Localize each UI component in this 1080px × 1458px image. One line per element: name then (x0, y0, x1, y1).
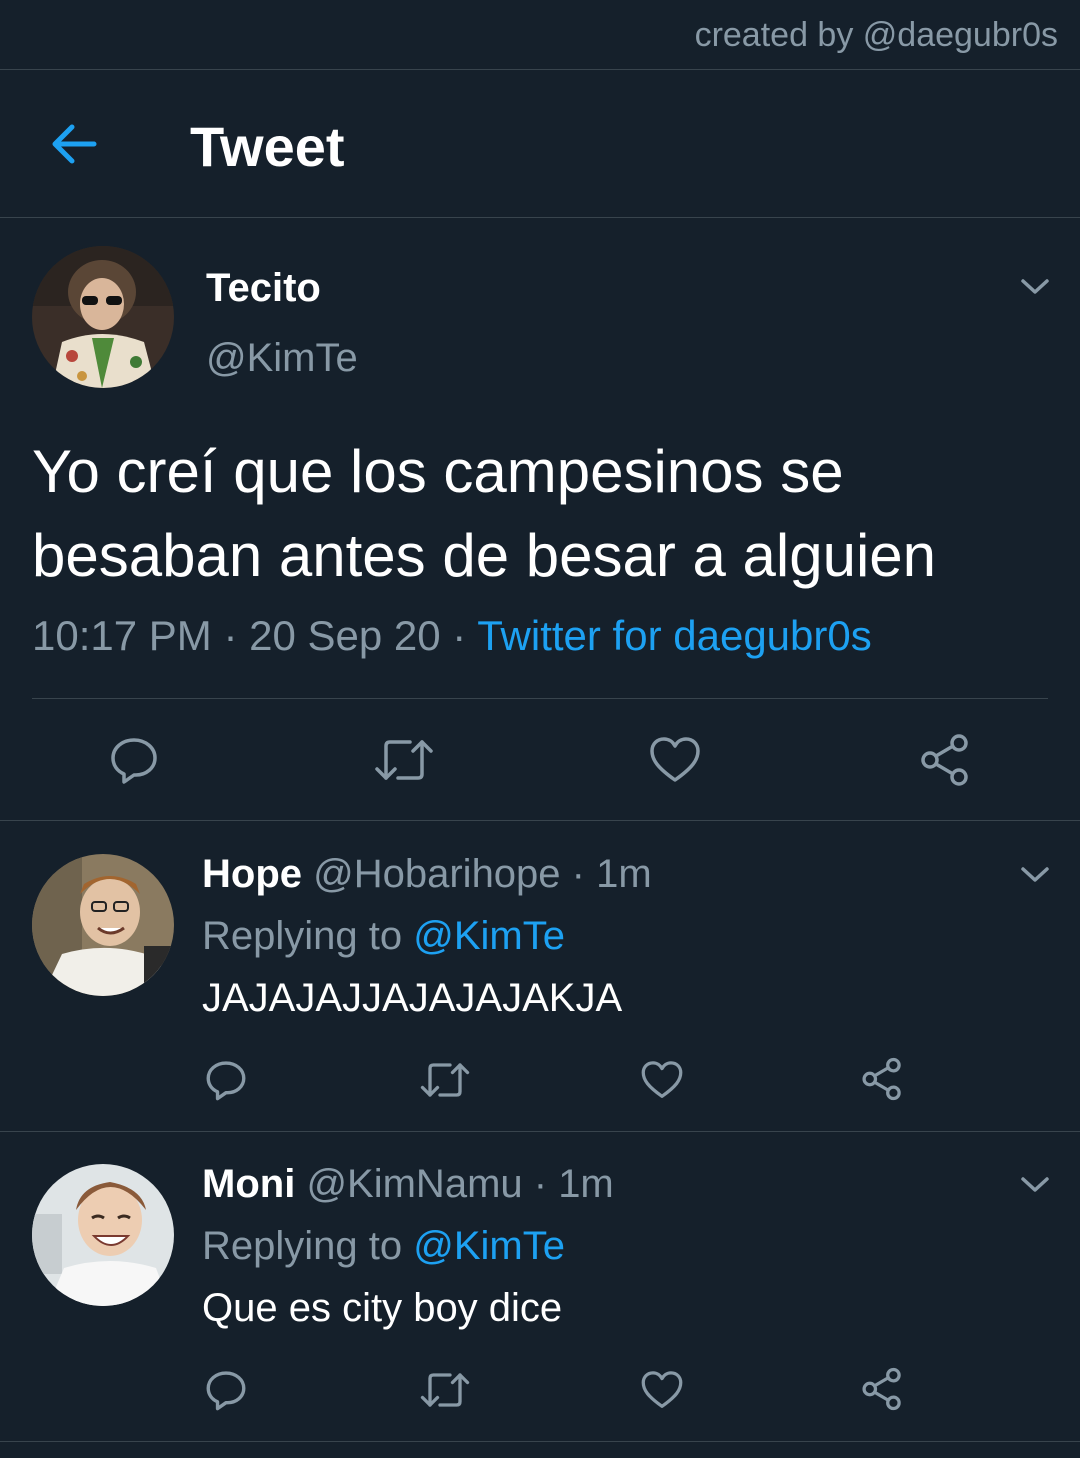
tweet-meta: 10:17 PM · 20 Sep 20 · Twitter for daegu… (32, 612, 872, 660)
retweet-icon[interactable] (420, 1368, 470, 1412)
replying-to-mention[interactable]: @KimTe (413, 1224, 565, 1268)
replying-to-prefix: Replying to (202, 914, 414, 958)
replying-to-mention[interactable]: @KimTe (413, 914, 565, 958)
replying-to-prefix: Replying to (202, 1224, 414, 1268)
replying-to: Replying to @KimTe (202, 914, 565, 959)
reply-tweet[interactable]: Hope @Hobarihope · 1m Replying to @KimTe… (0, 822, 1080, 1132)
reply-header: Hope @Hobarihope · 1m (202, 852, 652, 897)
replying-to: Replying to @KimTe (202, 1224, 565, 1269)
reply-author-handle[interactable]: @Hobarihope (313, 852, 560, 896)
page-title: Tweet (190, 115, 345, 178)
reply-header: Moni @KimNamu · 1m (202, 1162, 614, 1207)
like-icon[interactable] (640, 1058, 684, 1102)
avatar[interactable] (32, 1164, 174, 1306)
credit-text: created by @daegubr0s (694, 16, 1058, 54)
reply-tweet[interactable]: Moni @KimNamu · 1m Replying to @KimTe Qu… (0, 1132, 1080, 1442)
reply-icon[interactable] (204, 1368, 248, 1412)
avatar[interactable] (32, 246, 174, 388)
reply-author-name[interactable]: Moni (202, 1162, 295, 1206)
chevron-down-icon[interactable] (1018, 274, 1052, 298)
back-arrow-icon[interactable] (46, 116, 102, 172)
avatar[interactable] (32, 854, 174, 996)
like-icon[interactable] (640, 1368, 684, 1412)
like-icon[interactable] (648, 734, 702, 786)
reply-age: 1m (558, 1162, 614, 1206)
share-icon[interactable] (860, 1056, 904, 1102)
chevron-down-icon[interactable] (1018, 862, 1052, 886)
retweet-icon[interactable] (374, 734, 434, 786)
credit-bar: created by @daegubr0s (0, 0, 1080, 70)
retweet-icon[interactable] (420, 1058, 470, 1102)
tweet-actions (0, 700, 1080, 821)
meta-separator: · (560, 852, 597, 896)
meta-separator: · (211, 612, 250, 659)
author-name[interactable]: Tecito (206, 266, 321, 311)
reply-icon[interactable] (204, 1058, 248, 1102)
tweet-source-link[interactable]: Twitter for daegubr0s (477, 612, 872, 659)
reply-text: Que es city boy dice (202, 1286, 563, 1330)
share-icon[interactable] (860, 1366, 904, 1412)
tweet-text: Yo creí que los campesinos se besaban an… (32, 438, 937, 589)
meta-separator: · (440, 612, 478, 659)
author-handle[interactable]: @KimTe (206, 336, 358, 381)
share-icon[interactable] (918, 732, 972, 788)
reply-author-handle[interactable]: @KimNamu (306, 1162, 522, 1206)
chevron-down-icon[interactable] (1018, 1172, 1052, 1196)
reply-text: JAJAJAJJAJAJAJAKJA (202, 976, 623, 1020)
reply-age: 1m (596, 852, 652, 896)
top-app-bar: Tweet (0, 70, 1080, 218)
tweet-date: 20 Sep 20 (249, 612, 441, 659)
reply-icon[interactable] (108, 734, 160, 786)
reply-author-name[interactable]: Hope (202, 852, 302, 896)
meta-separator: · (522, 1162, 559, 1206)
divider (32, 698, 1048, 699)
tweet-time: 10:17 PM (32, 612, 212, 659)
